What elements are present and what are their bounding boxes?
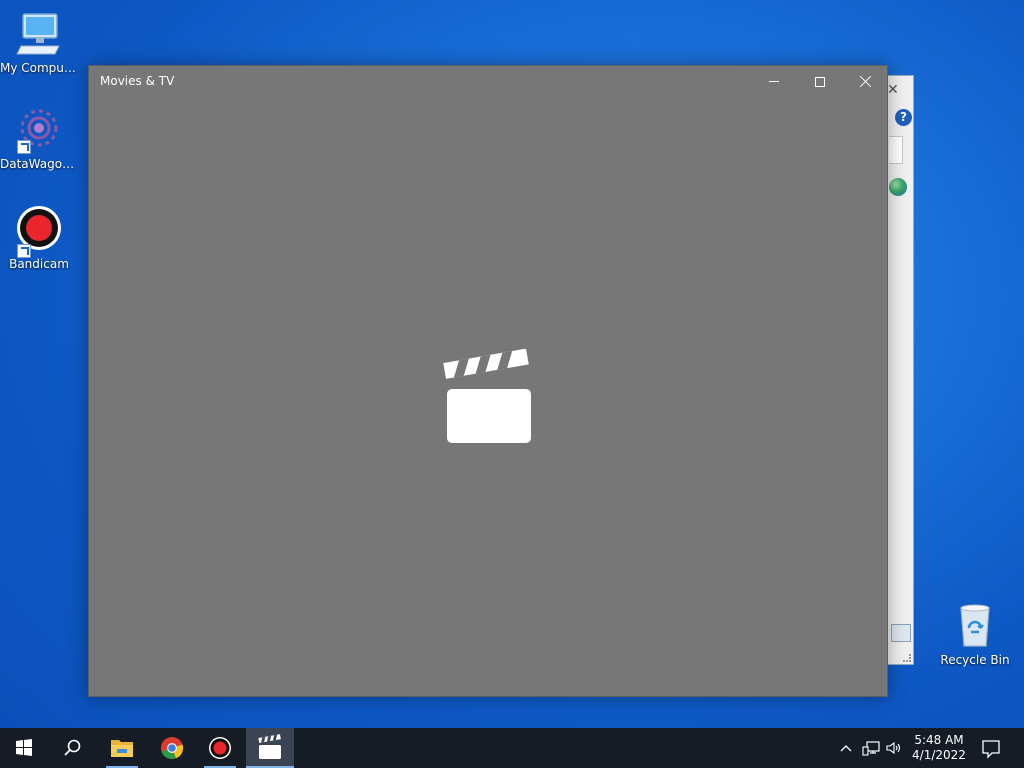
network-icon[interactable] (862, 740, 880, 756)
background-window-field[interactable] (889, 136, 903, 164)
record-icon (209, 737, 231, 759)
computer-icon (15, 10, 63, 58)
desktop-icon-label: Recycle Bin (940, 653, 1010, 667)
resize-grip-icon[interactable] (903, 654, 911, 662)
taskbar-movies-tv[interactable] (246, 728, 294, 768)
maximize-button[interactable] (797, 66, 843, 98)
clapperboard-icon (443, 348, 533, 445)
desktop-icon-my-computer[interactable]: My Computer (0, 10, 78, 75)
desktop-icon-datawagon[interactable]: DataWagon... (0, 106, 78, 171)
start-button[interactable] (0, 728, 48, 768)
desktop-icon-label: DataWagon... (0, 157, 78, 171)
help-icon[interactable]: ? (895, 109, 912, 126)
window-title: Movies & TV (100, 74, 175, 88)
chrome-icon (161, 737, 184, 760)
search-icon (64, 739, 81, 756)
desktop-icon-label: My Computer (0, 61, 78, 75)
shortcut-arrow-icon (17, 244, 31, 258)
chevron-up-icon[interactable] (838, 741, 854, 757)
clock-date: 4/1/2022 (912, 748, 966, 762)
background-window-button[interactable] (891, 624, 911, 642)
maximize-icon (815, 77, 825, 87)
close-button[interactable] (843, 66, 889, 98)
search-button[interactable] (48, 728, 96, 768)
close-icon (860, 75, 872, 87)
desktop-icon-label: Bandicam (9, 257, 69, 271)
taskbar-clock[interactable]: 5:48 AM 4/1/2022 (908, 733, 970, 763)
taskbar-chrome[interactable] (148, 728, 196, 768)
desktop-icon-recycle-bin[interactable]: Recycle Bin (936, 602, 1014, 667)
movies-tv-window[interactable]: Movies & TV (88, 65, 888, 697)
folder-icon (111, 740, 133, 757)
windows-logo-icon (16, 739, 32, 756)
clock-time: 5:48 AM (914, 733, 964, 747)
volume-icon[interactable] (885, 740, 903, 756)
minimize-icon (769, 81, 779, 82)
shortcut-arrow-icon (17, 140, 31, 154)
recycle-bin-icon (951, 602, 999, 650)
taskbar-bandicam[interactable] (196, 728, 244, 768)
taskbar: 5:48 AM 4/1/2022 (0, 728, 1024, 768)
clapperboard-icon (258, 734, 281, 759)
taskbar-file-explorer[interactable] (98, 728, 146, 768)
globe-icon[interactable] (889, 178, 907, 196)
notification-icon[interactable] (978, 736, 1004, 760)
desktop-icon-bandicam[interactable]: Bandicam (0, 206, 78, 271)
gear-shortcut-icon (15, 106, 63, 154)
window-titlebar[interactable]: Movies & TV (89, 66, 887, 98)
minimize-button[interactable] (751, 66, 797, 98)
record-icon (15, 206, 63, 258)
